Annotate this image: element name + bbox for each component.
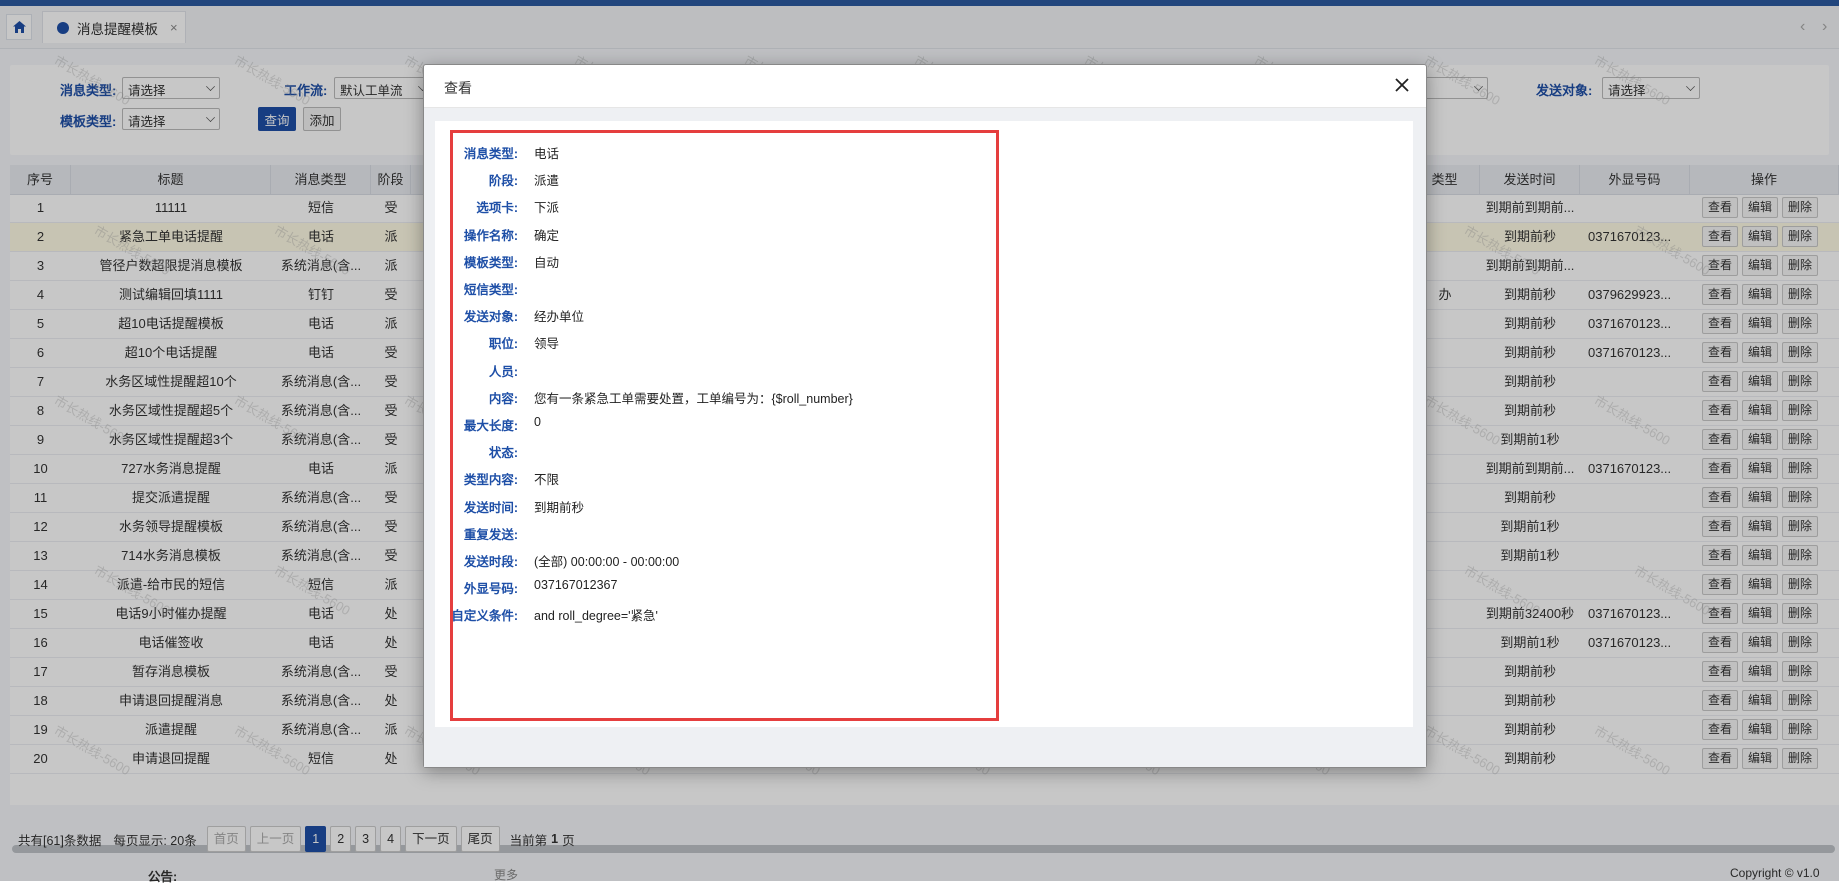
field-value: 经办单位 [534, 310, 585, 325]
field-value: 037167012367 [534, 578, 618, 593]
field-label: 职位: [488, 337, 518, 352]
detail-field: 选项卡: 下派 [453, 195, 993, 215]
field-label: 阶段: [488, 174, 518, 189]
view-dialog: 查看 消息类型: 电话阶段: 派遣选项卡: 下派操作名称: 确定模板类型: 自动短信类型:… [423, 64, 1427, 768]
field-label: 发送时间: [463, 500, 518, 515]
field-value: 领导 [534, 337, 560, 352]
dialog-header: 查看 [424, 65, 1426, 108]
field-label: 最大长度: [463, 419, 518, 433]
field-value: 0 [534, 415, 541, 429]
field-value: 确定 [534, 228, 560, 243]
field-value: 到期前秒 [534, 500, 585, 515]
field-label: 人员: [488, 364, 518, 379]
detail-field: 最大长度: 0 [453, 413, 993, 433]
field-label: 状态: [488, 446, 518, 461]
field-label: 发送对象: [463, 310, 518, 325]
detail-field: 内容: 您有一条紧急工单需要处置，工单编号为：{$roll_number} [453, 386, 993, 406]
detail-field: 重复发送: [453, 522, 993, 542]
field-value: 您有一条紧急工单需要处置，工单编号为：{$roll_number} [534, 391, 853, 406]
field-label: 消息类型: [463, 147, 518, 161]
detail-field: 人员: [453, 359, 993, 379]
detail-field: 模板类型: 自动 [453, 250, 993, 270]
detail-field: 消息类型: 电话 [453, 141, 993, 161]
detail-field: 阶段: 派遣 [453, 168, 993, 188]
field-value: (全部) 00:00:00 - 00:00:00 [534, 555, 680, 569]
detail-card: 消息类型: 电话阶段: 派遣选项卡: 下派操作名称: 确定模板类型: 自动短信类型: 发送对… [435, 121, 1413, 727]
field-label: 类型内容: [463, 473, 518, 488]
field-value: and roll_degree='紧急' [534, 609, 658, 624]
dialog-body: 消息类型: 电话阶段: 派遣选项卡: 下派操作名称: 确定模板类型: 自动短信类型: 发送对… [424, 108, 1426, 767]
field-value: 下派 [534, 201, 560, 216]
field-label: 发送时段: [463, 555, 518, 569]
detail-field: 操作名称: 确定 [453, 223, 993, 243]
field-label: 短信类型: [463, 283, 518, 297]
field-value: 电话 [534, 147, 560, 161]
detail-field: 自定义条件: and roll_degree='紧急' [451, 603, 993, 624]
detail-field: 发送对象: 经办单位 [453, 304, 993, 324]
detail-field: 发送时间: 到期前秒 [453, 495, 993, 515]
field-label: 外显号码: [463, 582, 518, 597]
close-icon[interactable] [1392, 75, 1412, 95]
detail-field: 短信类型: [453, 277, 993, 297]
field-label: 自定义条件: [451, 609, 518, 624]
field-label: 操作名称: [463, 228, 518, 243]
field-label: 选项卡: [476, 201, 518, 216]
field-value: 派遣 [534, 174, 560, 189]
dialog-title: 查看 [444, 80, 472, 96]
detail-field: 外显号码: 037167012367 [453, 576, 993, 596]
detail-field: 类型内容: 不限 [453, 467, 993, 487]
field-value: 不限 [534, 473, 560, 488]
highlight-box: 消息类型: 电话阶段: 派遣选项卡: 下派操作名称: 确定模板类型: 自动短信类型: 发送对… [450, 130, 999, 721]
detail-field: 职位: 领导 [453, 331, 993, 351]
field-label: 模板类型: [463, 255, 518, 270]
detail-field: 状态: [453, 440, 993, 460]
field-label: 内容: [488, 391, 518, 406]
field-value: 自动 [534, 255, 560, 270]
field-label: 重复发送: [463, 527, 518, 542]
detail-field: 发送时段: (全部) 00:00:00 - 00:00:00 [453, 549, 993, 569]
